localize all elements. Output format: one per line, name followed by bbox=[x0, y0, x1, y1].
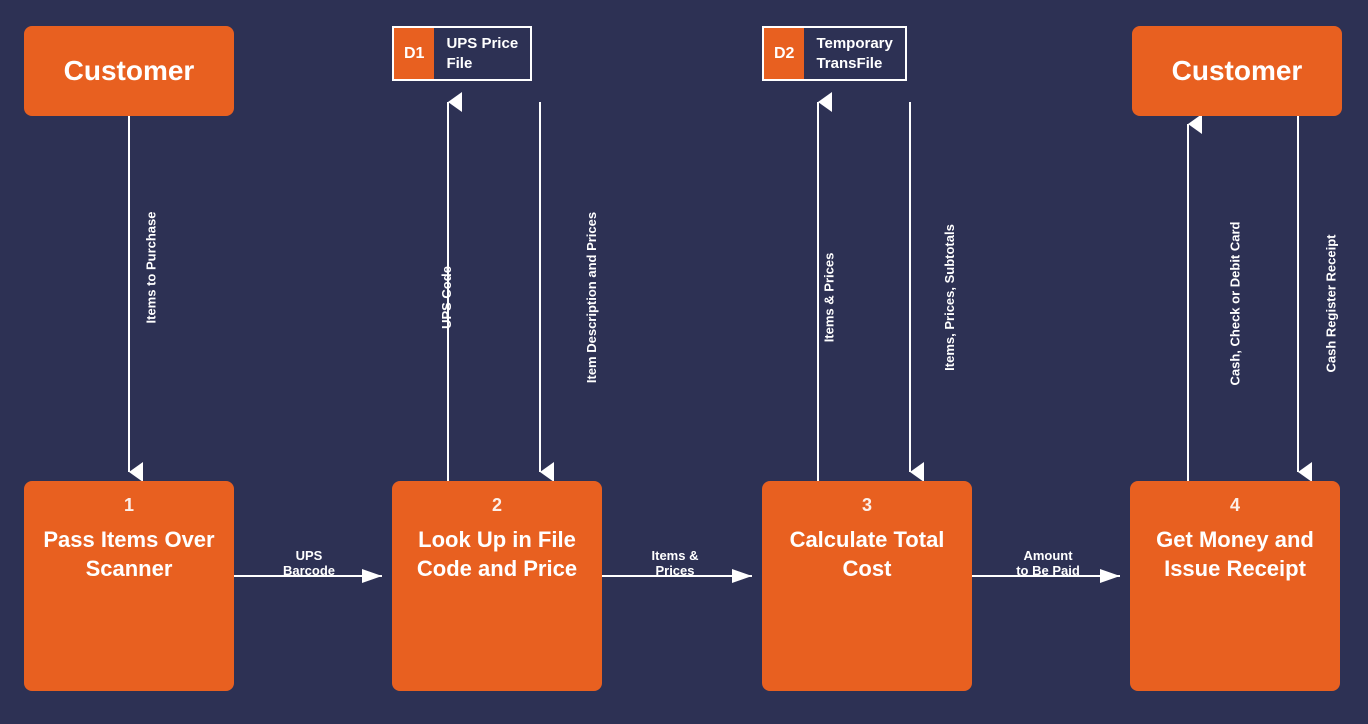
label-items-prices-h: Items &Prices bbox=[615, 548, 735, 578]
label-item-desc: Item Description and Prices bbox=[584, 212, 599, 383]
datastore-D1: D1 UPS PriceFile bbox=[392, 26, 532, 81]
process-3-number: 3 bbox=[862, 495, 872, 516]
process-4-number: 4 bbox=[1230, 495, 1240, 516]
datastore-D1-code: D1 bbox=[394, 28, 434, 79]
label-amount-paid: Amountto Be Paid bbox=[983, 548, 1113, 578]
process-4-label: Get Money andIssue Receipt bbox=[1156, 526, 1314, 583]
datastore-D2-code: D2 bbox=[764, 28, 804, 79]
diagram-container: Items to Purchase UPS Code Item Descript… bbox=[0, 0, 1368, 724]
process-2-label: Look Up in FileCode and Price bbox=[417, 526, 577, 583]
datastore-D2-name: TemporaryTransFile bbox=[804, 28, 904, 79]
process-4: 4 Get Money andIssue Receipt bbox=[1130, 481, 1340, 691]
entity-customer-left: Customer bbox=[24, 26, 234, 116]
datastore-D2: D2 TemporaryTransFile bbox=[762, 26, 907, 81]
process-3-label: Calculate TotalCost bbox=[790, 526, 945, 583]
label-cash-check: Cash, Check or Debit Card bbox=[1228, 222, 1243, 386]
process-3: 3 Calculate TotalCost bbox=[762, 481, 972, 691]
datastore-D1-name: UPS PriceFile bbox=[434, 28, 530, 79]
process-2-number: 2 bbox=[492, 495, 502, 516]
entity-customer-right: Customer bbox=[1132, 26, 1342, 116]
label-items-prices-subtotals: Items, Prices, Subtotals bbox=[942, 224, 957, 371]
label-ups-code: UPS Code bbox=[439, 266, 454, 329]
label-items-to-purchase: Items to Purchase bbox=[144, 212, 159, 324]
label-items-prices-up: Items & Prices bbox=[821, 253, 836, 343]
process-1-label: Pass Items OverScanner bbox=[43, 526, 214, 583]
label-receipt: Cash Register Receipt bbox=[1324, 235, 1339, 373]
process-2: 2 Look Up in FileCode and Price bbox=[392, 481, 602, 691]
process-1: 1 Pass Items OverScanner bbox=[24, 481, 234, 691]
label-ups-barcode: UPSBarcode bbox=[244, 548, 374, 578]
process-1-number: 1 bbox=[124, 495, 134, 516]
